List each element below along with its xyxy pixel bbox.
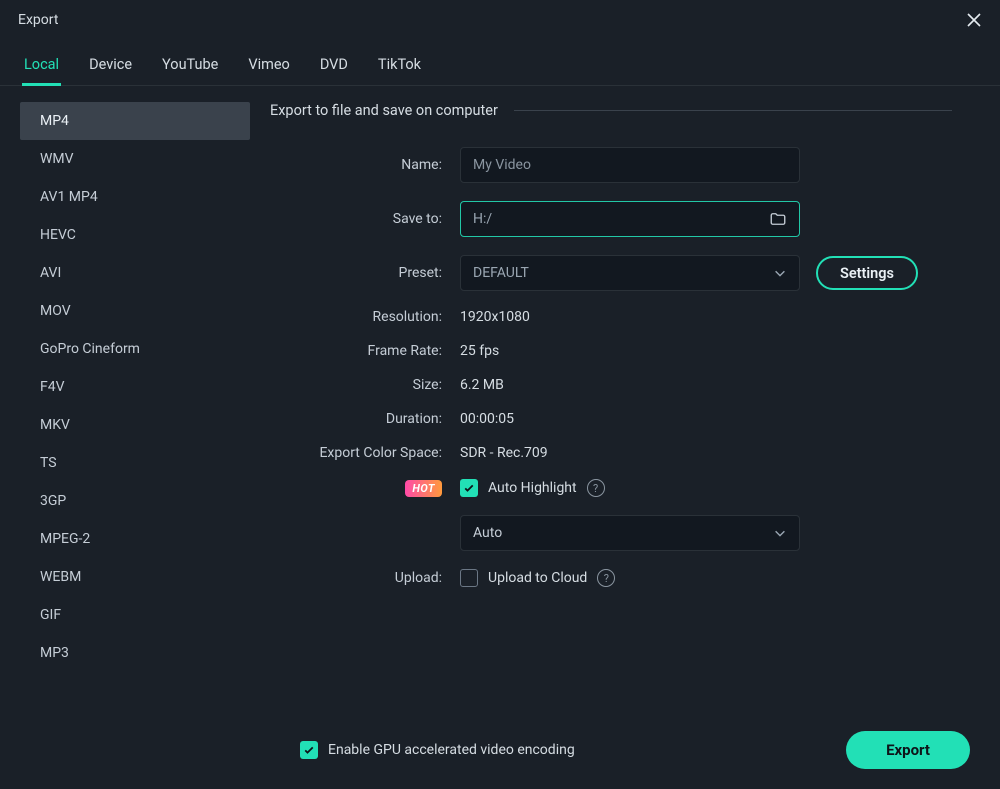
- resolution-value: 1920x1080: [460, 309, 530, 325]
- gpu-checkbox[interactable]: [300, 741, 318, 759]
- tab-local[interactable]: Local: [22, 46, 61, 85]
- size-label: Size:: [270, 377, 460, 393]
- folder-icon[interactable]: [769, 210, 787, 228]
- format-gif[interactable]: GIF: [20, 596, 250, 634]
- name-input[interactable]: My Video: [460, 147, 800, 183]
- export-button[interactable]: Export: [846, 731, 970, 769]
- settings-button[interactable]: Settings: [816, 256, 918, 290]
- framerate-label: Frame Rate:: [270, 343, 460, 359]
- auto-highlight-checkbox[interactable]: [460, 479, 478, 497]
- format-hevc[interactable]: HEVC: [20, 216, 250, 254]
- titlebar: Export: [0, 0, 1000, 38]
- check-icon: [303, 744, 315, 756]
- format-ts[interactable]: TS: [20, 444, 250, 482]
- format-av1mp4[interactable]: AV1 MP4: [20, 178, 250, 216]
- name-input-value: My Video: [473, 157, 531, 173]
- save-to-value: H:/: [473, 211, 492, 227]
- auto-highlight-select-value: Auto: [473, 525, 502, 541]
- colorspace-value: SDR - Rec.709: [460, 445, 548, 461]
- preset-select[interactable]: DEFAULT: [460, 255, 800, 291]
- preset-value: DEFAULT: [473, 265, 529, 281]
- duration-value: 00:00:05: [460, 411, 514, 427]
- chevron-down-icon: [773, 266, 787, 280]
- section-header-divider: [514, 110, 952, 111]
- tab-device[interactable]: Device: [87, 46, 134, 85]
- tab-dvd[interactable]: DVD: [318, 46, 350, 85]
- footer: Enable GPU accelerated video encoding Ex…: [0, 719, 1000, 789]
- format-mp4[interactable]: MP4: [20, 102, 250, 140]
- upload-label: Upload:: [270, 570, 460, 586]
- format-f4v[interactable]: F4V: [20, 368, 250, 406]
- close-button[interactable]: [962, 8, 986, 32]
- format-webm[interactable]: WEBM: [20, 558, 250, 596]
- main-panel: Export to file and save on computer Name…: [250, 102, 982, 719]
- preset-label: Preset:: [270, 265, 460, 281]
- resolution-label: Resolution:: [270, 309, 460, 325]
- size-value: 6.2 MB: [460, 377, 504, 393]
- format-mp3[interactable]: MP3: [20, 634, 250, 672]
- format-gopro[interactable]: GoPro Cineform: [20, 330, 250, 368]
- tab-youtube[interactable]: YouTube: [160, 46, 220, 85]
- close-icon: [966, 12, 982, 28]
- help-icon[interactable]: ?: [587, 479, 605, 497]
- upload-cloud-label: Upload to Cloud: [488, 570, 587, 586]
- format-sidebar: MP4 WMV AV1 MP4 HEVC AVI MOV GoPro Cinef…: [20, 102, 250, 719]
- save-to-input[interactable]: H:/: [460, 201, 800, 237]
- tab-tiktok[interactable]: TikTok: [376, 46, 423, 85]
- format-wmv[interactable]: WMV: [20, 140, 250, 178]
- section-header: Export to file and save on computer: [270, 102, 952, 119]
- window-title: Export: [18, 12, 58, 28]
- auto-highlight-label: Auto Highlight: [488, 480, 577, 496]
- name-label: Name:: [270, 157, 460, 173]
- auto-highlight-select[interactable]: Auto: [460, 515, 800, 551]
- format-mkv[interactable]: MKV: [20, 406, 250, 444]
- hot-badge: HOT: [405, 480, 442, 497]
- format-mpeg2[interactable]: MPEG-2: [20, 520, 250, 558]
- framerate-value: 25 fps: [460, 343, 499, 359]
- help-icon[interactable]: ?: [597, 569, 615, 587]
- upload-cloud-checkbox[interactable]: [460, 569, 478, 587]
- format-avi[interactable]: AVI: [20, 254, 250, 292]
- chevron-down-icon: [773, 526, 787, 540]
- gpu-label: Enable GPU accelerated video encoding: [328, 742, 575, 758]
- tab-vimeo[interactable]: Vimeo: [246, 46, 291, 85]
- duration-label: Duration:: [270, 411, 460, 427]
- check-icon: [463, 482, 475, 494]
- format-mov[interactable]: MOV: [20, 292, 250, 330]
- colorspace-label: Export Color Space:: [270, 445, 460, 461]
- tabs-bar: Local Device YouTube Vimeo DVD TikTok: [0, 38, 1000, 86]
- format-3gp[interactable]: 3GP: [20, 482, 250, 520]
- save-to-label: Save to:: [270, 211, 460, 227]
- section-header-text: Export to file and save on computer: [270, 102, 498, 119]
